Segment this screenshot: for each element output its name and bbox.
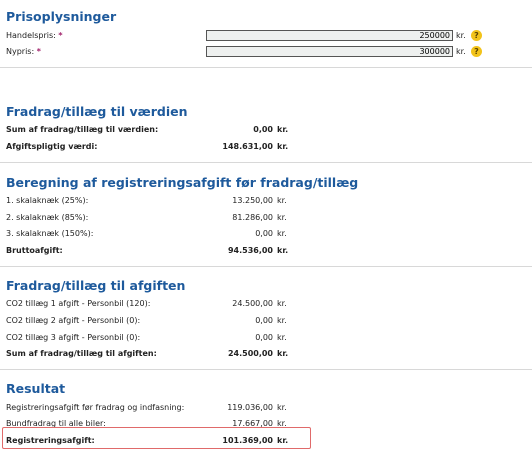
nypris-input[interactable]: [206, 46, 453, 57]
nypris-unit: kr.: [456, 47, 466, 56]
afgift-foer-fradrag-value: 119.036,00: [227, 403, 273, 412]
section-title-beregning: Beregning af registreringsafgift før fra…: [6, 175, 359, 190]
skalaknaek-3-unit: kr.: [277, 229, 287, 238]
section-title-resultat: Resultat: [6, 381, 66, 396]
skalaknaek-1-label: 1. skalaknæk (25%):: [6, 196, 89, 205]
bruttoafgift-label: Bruttoafgift:: [6, 246, 63, 255]
co2-tillaeg-1-unit: kr.: [277, 299, 287, 308]
section-title-fradrag-afgift: Fradrag/tillæg til afgiften: [6, 278, 186, 293]
co2-tillaeg-3-value: 0,00: [255, 333, 273, 342]
registreringsafgift-label: Registreringsafgift:: [6, 436, 95, 445]
handelspris-label-text: Handelspris:: [6, 31, 56, 40]
bruttoafgift-unit: kr.: [277, 246, 289, 255]
skalaknaek-1-unit: kr.: [277, 196, 287, 205]
co2-tillaeg-1-label: CO2 tillæg 1 afgift - Personbil (120):: [6, 299, 151, 308]
required-mark: *: [36, 47, 41, 56]
nypris-label-text: Nypris:: [6, 47, 35, 56]
divider: [0, 369, 532, 370]
co2-tillaeg-1-value: 24.500,00: [232, 299, 273, 308]
handelspris-unit: kr.: [456, 31, 466, 40]
divider: [0, 162, 532, 163]
co2-tillaeg-3-label: CO2 tillæg 3 afgift - Personbil (0):: [6, 333, 141, 342]
afgiftspligtig-vaerdi-label: Afgiftspligtig værdi:: [6, 142, 98, 151]
co2-tillaeg-3-unit: kr.: [277, 333, 287, 342]
registreringsafgift-value: 101.369,00: [222, 436, 273, 445]
co2-tillaeg-2-unit: kr.: [277, 316, 287, 325]
nypris-label: Nypris: *: [6, 47, 41, 56]
divider: [0, 266, 532, 267]
skalaknaek-3-label: 3. skalaknæk (150%):: [6, 229, 94, 238]
sum-fradrag-vaerdi-unit: kr.: [277, 125, 289, 134]
divider: [0, 67, 532, 68]
afgiftspligtig-vaerdi-value: 148.631,00: [222, 142, 273, 151]
sum-fradrag-vaerdi-label: Sum af fradrag/tillæg til værdien:: [6, 125, 159, 134]
sum-fradrag-afgift-value: 24.500,00: [227, 349, 273, 358]
afgift-foer-fradrag-unit: kr.: [277, 403, 287, 412]
afgift-foer-fradrag-label: Registreringsafgift før fradrag og indfa…: [6, 403, 185, 412]
handelspris-input[interactable]: [206, 30, 453, 41]
bruttoafgift-value: 94.536,00: [227, 246, 273, 255]
registreringsafgift-unit: kr.: [277, 436, 289, 445]
section-title-fradrag-vaerdi: Fradrag/tillæg til værdien: [6, 104, 188, 119]
skalaknaek-2-value: 81.286,00: [232, 213, 273, 222]
co2-tillaeg-2-value: 0,00: [255, 316, 273, 325]
skalaknaek-3-value: 0,00: [255, 229, 273, 238]
required-mark: *: [58, 31, 63, 40]
skalaknaek-1-value: 13.250,00: [232, 196, 273, 205]
sum-fradrag-vaerdi-value: 0,00: [253, 125, 273, 134]
afgiftspligtig-vaerdi-unit: kr.: [277, 142, 289, 151]
skalaknaek-2-label: 2. skalaknæk (85%):: [6, 213, 89, 222]
section-title-prisoplysninger: Prisoplysninger: [6, 9, 117, 24]
sum-fradrag-afgift-label: Sum af fradrag/tillæg til afgiften:: [6, 349, 157, 358]
help-icon[interactable]: ?: [471, 46, 482, 57]
sum-fradrag-afgift-unit: kr.: [277, 349, 289, 358]
handelspris-label: Handelspris: *: [6, 31, 63, 40]
co2-tillaeg-2-label: CO2 tillæg 2 afgift - Personbil (0):: [6, 316, 141, 325]
skalaknaek-2-unit: kr.: [277, 213, 287, 222]
help-icon[interactable]: ?: [471, 30, 482, 41]
